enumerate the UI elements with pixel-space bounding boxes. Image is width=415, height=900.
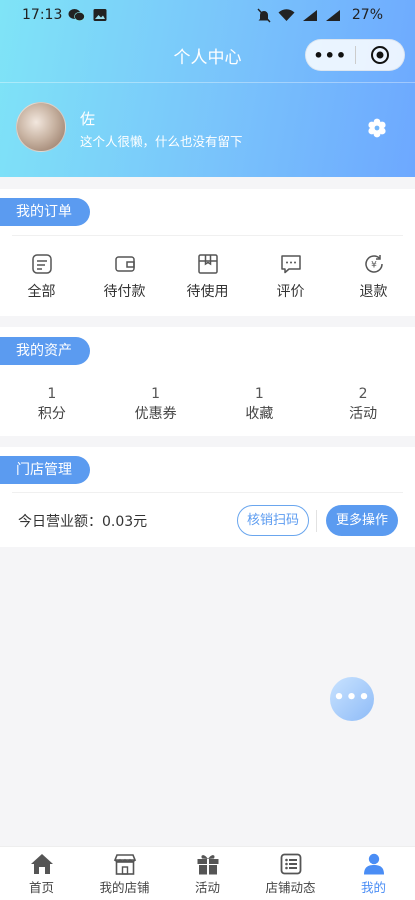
battery-level: 27% (351, 7, 383, 23)
order-review[interactable]: 评价 (249, 251, 332, 301)
more-dots-icon: ••• (333, 687, 371, 708)
gallery-icon (93, 9, 107, 21)
asset-points[interactable]: 1 积分 (0, 385, 104, 425)
wallet-icon (114, 256, 135, 272)
scan-verify-button[interactable]: 核销扫码 (237, 505, 309, 536)
signal-icon-2 (326, 10, 340, 21)
my-orders-section: 我的订单 全部 待付款 待使用 评价 ¥ 退款 (0, 189, 415, 316)
bottom-tab-bar: 首页 我的店铺 活动 店铺动态 我的 (0, 846, 415, 900)
order-pending-payment[interactable]: 待付款 (83, 251, 166, 301)
order-all[interactable]: 全部 (0, 251, 83, 301)
store-management-section: 门店管理 今日营业额：0.03元 核销扫码 更多操作 (0, 447, 415, 547)
asset-coupons-label: 优惠券 (134, 406, 177, 422)
user-name: 佐 (80, 110, 96, 128)
order-refund[interactable]: ¥ 退款 (332, 251, 415, 301)
asset-favorites-count: 1 (254, 386, 264, 402)
tab-mine-label: 我的 (360, 880, 386, 895)
document-icon (31, 254, 52, 274)
more-actions-button[interactable]: 更多操作 (326, 505, 398, 536)
avatar[interactable] (16, 102, 66, 152)
status-bar: 17:13 27% (0, 0, 415, 32)
target-icon (370, 46, 389, 64)
order-to-use[interactable]: 待使用 (166, 251, 249, 301)
wifi-icon (278, 9, 295, 21)
gear-icon[interactable] (367, 118, 387, 138)
svg-text:¥: ¥ (371, 261, 377, 271)
tab-my-shop-label: 我的店铺 (99, 880, 150, 895)
tab-mine[interactable]: 我的 (332, 847, 415, 900)
my-assets-title: 我的资产 (0, 337, 90, 365)
status-time: 17:13 (22, 7, 63, 23)
tab-home-label: 首页 (28, 880, 54, 895)
mute-bell-icon (257, 8, 271, 23)
capsule-close-button[interactable] (355, 45, 404, 65)
asset-favorites[interactable]: 1 收藏 (208, 385, 312, 425)
profile-header: 17:13 27% 个人中心 ••• 佐 这个人很懒，什么也没有留下 (0, 0, 415, 177)
refund-icon: ¥ (364, 255, 383, 273)
tab-shop-news-label: 店铺动态 (265, 880, 316, 895)
asset-favorites-label: 收藏 (245, 406, 274, 422)
header-divider (0, 82, 415, 83)
tab-my-shop[interactable]: 我的店铺 (83, 847, 166, 900)
my-orders-title: 我的订单 (0, 198, 90, 226)
gift-icon (197, 855, 218, 875)
floating-more-button[interactable]: ••• (330, 677, 374, 721)
tab-activity[interactable]: 活动 (166, 847, 249, 900)
box-icon (197, 254, 218, 274)
order-status-row: 全部 待付款 待使用 评价 ¥ 退款 (0, 251, 415, 301)
today-revenue: 今日营业额：0.03元 (18, 514, 148, 530)
assets-row: 1 积分 1 优惠券 1 收藏 2 活动 (0, 385, 415, 425)
asset-coupons-count: 1 (151, 386, 161, 402)
user-icon (363, 853, 384, 875)
list-icon (280, 853, 301, 875)
tab-activity-label: 活动 (194, 880, 220, 895)
order-to-use-label: 待使用 (186, 284, 229, 300)
miniprogram-capsule: ••• (305, 39, 405, 71)
user-signature: 这个人很懒，什么也没有留下 (80, 134, 243, 149)
asset-points-label: 积分 (37, 406, 66, 422)
tab-home[interactable]: 首页 (0, 847, 83, 900)
order-review-label: 评价 (276, 284, 305, 300)
store-management-title: 门店管理 (0, 456, 90, 484)
order-pending-payment-label: 待付款 (103, 284, 146, 300)
capsule-more-button[interactable]: ••• (306, 46, 355, 65)
order-refund-label: 退款 (359, 284, 388, 300)
shop-icon (113, 854, 136, 875)
asset-activities-label: 活动 (349, 406, 378, 422)
signal-icon (303, 10, 317, 21)
orders-divider (12, 235, 403, 236)
asset-coupons[interactable]: 1 优惠券 (104, 385, 208, 425)
asset-points-count: 1 (47, 386, 57, 402)
asset-activities[interactable]: 2 活动 (311, 385, 415, 425)
my-assets-section: 我的资产 1 积分 1 优惠券 1 收藏 2 活动 (0, 327, 415, 436)
order-all-label: 全部 (27, 284, 56, 300)
home-icon (30, 854, 53, 874)
tab-shop-news[interactable]: 店铺动态 (249, 847, 332, 900)
store-divider (12, 492, 403, 493)
wechat-icon (68, 9, 85, 21)
comment-icon (280, 255, 301, 274)
asset-activities-count: 2 (358, 386, 368, 402)
button-separator (316, 510, 317, 532)
